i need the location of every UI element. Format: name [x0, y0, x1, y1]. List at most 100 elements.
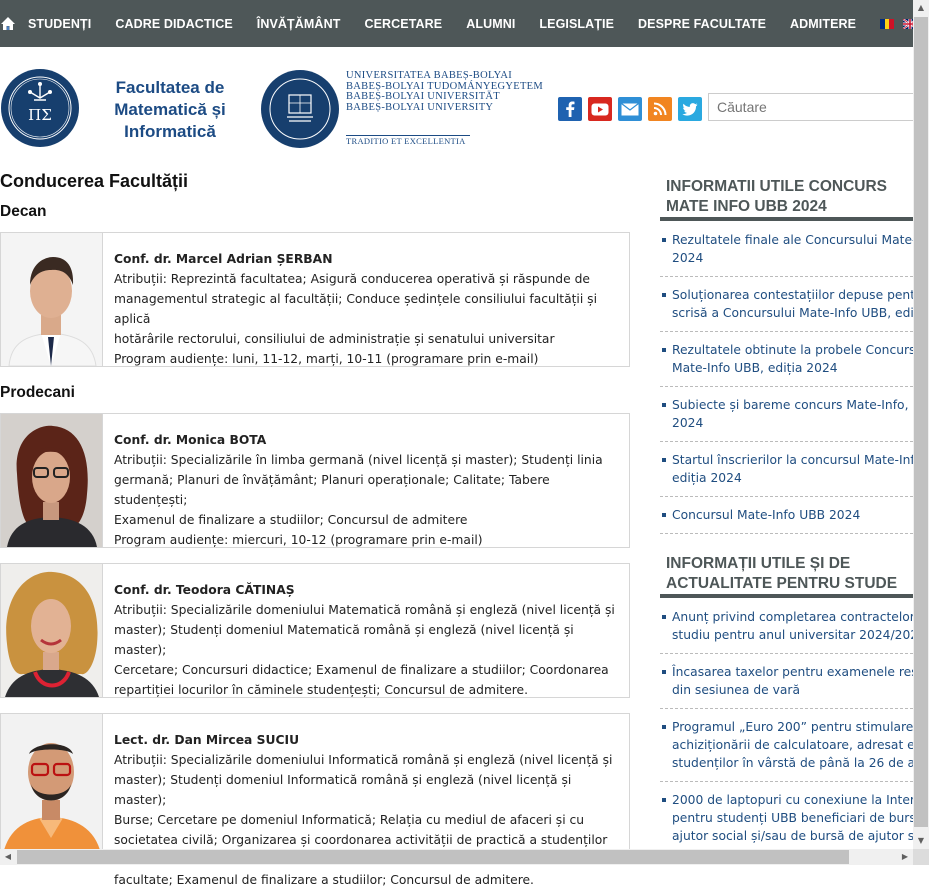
- sidebar-link-line: Programul „Euro 200” pentru stimularea: [672, 720, 913, 734]
- nav-item-invatamant[interactable]: ÎNVĂȚĂMÂNT: [245, 17, 353, 31]
- person-photo: [1, 714, 103, 854]
- person-name: Lect. dr. Dan Mircea SUCIU: [114, 733, 300, 747]
- person-info-line: Program audiențe: miercuri, 10-12 (progr…: [114, 533, 483, 547]
- vertical-scrollbar[interactable]: ▲ ▼: [913, 0, 929, 849]
- person-info-line: Atribuții: Specializările în limba germa…: [114, 453, 603, 467]
- sidebar-link[interactable]: Încasarea taxelor pentru examenele rest d…: [660, 654, 913, 709]
- facebook-icon[interactable]: [558, 97, 582, 121]
- sidebar-link-line: Rezultatele obtinute la probele Concursu: [672, 343, 913, 357]
- ro-flag-icon[interactable]: [880, 18, 895, 29]
- nav-item-admitere[interactable]: ADMITERE: [778, 17, 868, 31]
- faculty-name: Facultatea de Matematică și Informatică: [108, 77, 232, 143]
- sidebar-box-concurs: INFORMATII UTILE CONCURS MATE INFO UBB 2…: [660, 165, 913, 534]
- person-name: Conf. dr. Monica BOTA: [114, 433, 267, 447]
- person-info-line: master); Studenți domeniul Informatică r…: [114, 773, 572, 807]
- rss-icon[interactable]: [648, 97, 672, 121]
- sidebar-link[interactable]: 2000 de laptopuri cu conexiune la Intern…: [660, 782, 913, 854]
- sidebar-list: Anunț privind completarea contractelor d…: [660, 598, 913, 854]
- ubb-names: UNIVERSITATEA BABEȘ-BOLYAI BABEȘ-BOLYAI …: [346, 70, 543, 113]
- scroll-left-arrow-icon[interactable]: ◀: [0, 849, 16, 865]
- person-details: Conf. dr. Monica BOTA Atribuții: Special…: [114, 430, 615, 550]
- horizontal-scroll-thumb[interactable]: [17, 850, 849, 864]
- bullet-icon: [662, 798, 666, 802]
- bullet-icon: [662, 348, 666, 352]
- person-info-line: Program audiențe: luni, 11-12, marți, 10…: [114, 352, 539, 366]
- sidebar-link-line: Subiecte și bareme concurs Mate-Info, e: [672, 398, 913, 412]
- person-info-line: Atribuții: Specializările domeniului Inf…: [114, 753, 613, 767]
- section-heading-decan: Decan: [0, 203, 47, 220]
- sidebar-link-line: Mate-Info UBB, ediția 2024: [672, 361, 838, 375]
- sidebar-link-line: studiu pentru anul universitar 2024/2025: [672, 628, 913, 642]
- faculty-name-line: Informatică: [124, 122, 216, 141]
- sidebar-link[interactable]: Rezultatele finale ale Concursului Mate-…: [660, 221, 913, 277]
- sidebar-link-line: 2024: [672, 416, 704, 430]
- sidebar-link-line: ediția 2024: [672, 471, 742, 485]
- sidebar-link-line: achiziționării de calculatoare, adresat …: [672, 738, 913, 752]
- person-details: Lect. dr. Dan Mircea SUCIU Atribuții: Sp…: [114, 730, 615, 890]
- svg-text:ΠΣ: ΠΣ: [28, 106, 52, 124]
- sidebar-link-line: 2000 de laptopuri cu conexiune la Intern: [672, 793, 913, 807]
- sidebar-link[interactable]: Subiecte și bareme concurs Mate-Info, e 2…: [660, 387, 913, 442]
- sidebar-link-line: Încasarea taxelor pentru examenele rest: [672, 665, 913, 679]
- nav-item-despre-facultate[interactable]: DESPRE FACULTATE: [626, 17, 778, 31]
- faculty-logo[interactable]: ΠΣ: [0, 68, 80, 148]
- sidebar-list: Rezultatele finale ale Concursului Mate-…: [660, 221, 913, 534]
- person-photo: [1, 564, 103, 697]
- sidebar-link[interactable]: Startul înscrierilor la concursul Mate-I…: [660, 442, 913, 497]
- vertical-scroll-thumb[interactable]: [914, 17, 928, 827]
- page-title: Conducerea Facultății: [0, 171, 189, 191]
- sidebar-link-line: 2024: [672, 251, 704, 265]
- person-name: Conf. dr. Marcel Adrian ȘERBAN: [114, 252, 333, 266]
- sidebar-link-line: Anunț privind completarea contractelor d: [672, 610, 913, 624]
- bullet-icon: [662, 725, 666, 729]
- sidebar-link[interactable]: Concursul Mate-Info UBB 2024: [660, 497, 913, 534]
- scrollbar-corner: [913, 849, 929, 865]
- nav-item-alumni[interactable]: ALUMNI: [454, 17, 527, 31]
- scroll-up-arrow-icon[interactable]: ▲: [913, 0, 929, 16]
- sidebar-link[interactable]: Programul „Euro 200” pentru stimularea ac…: [660, 709, 913, 782]
- home-icon[interactable]: [0, 16, 16, 31]
- sidebar-link-line: Soluționarea contestațiilor depuse pentr…: [672, 288, 913, 302]
- faculty-name-line: Facultatea de: [115, 78, 225, 97]
- ubb-name-line: UNIVERSITATEA BABEȘ-BOLYAI: [346, 70, 513, 81]
- sidebar-title-line: INFORMAȚII UTILE ȘI DE: [666, 555, 851, 572]
- person-card: Lect. dr. Dan Mircea SUCIU Atribuții: Sp…: [0, 713, 630, 887]
- sidebar-link[interactable]: Anunț privind completarea contractelor d…: [660, 598, 913, 654]
- nav-item-cercetare[interactable]: CERCETARE: [352, 17, 454, 31]
- person-info-line: master); Studenți domeniul Matematică ro…: [114, 623, 574, 657]
- twitter-icon[interactable]: [678, 97, 702, 121]
- sidebar-link[interactable]: Rezultatele obtinute la probele Concursu…: [660, 332, 913, 387]
- horizontal-scrollbar[interactable]: ◀ ▶: [0, 849, 913, 865]
- sidebar-link-line: din sesiunea de vară: [672, 683, 801, 697]
- person-card: Conf. dr. Teodora CĂTINAȘ Atribuții: Spe…: [0, 563, 630, 698]
- person-card: Conf. dr. Monica BOTA Atribuții: Special…: [0, 413, 630, 548]
- bullet-icon: [662, 293, 666, 297]
- ubb-name-line: BABEȘ-BOLYAI UNIVERSITY: [346, 101, 494, 113]
- search-input[interactable]: [708, 93, 913, 121]
- person-info-line: managementul strategic al facultății; Co…: [114, 292, 597, 326]
- sidebar-title-line: INFORMATII UTILE CONCURS: [666, 178, 888, 195]
- nav-item-cadre-didactice[interactable]: CADRE DIDACTICE: [103, 17, 244, 31]
- email-icon[interactable]: [618, 97, 642, 121]
- scroll-right-arrow-icon[interactable]: ▶: [897, 849, 913, 865]
- sidebar-link-line: ajutor social și/sau de bursă de ajutor …: [672, 829, 913, 843]
- site-header: ΠΣ Facultatea de Matematică și Informati…: [0, 47, 913, 165]
- person-info-line: Atribuții: Reprezintă facultatea; Asigur…: [114, 272, 590, 286]
- person-info-line: hotărârile rectorului, consiliului de ad…: [114, 332, 555, 346]
- person-details: Conf. dr. Marcel Adrian ȘERBAN Atribuții…: [114, 249, 615, 369]
- scroll-down-arrow-icon[interactable]: ▼: [913, 833, 929, 849]
- faculty-name-line: Matematică și: [114, 100, 226, 119]
- sidebar-link-line: Startul înscrierilor la concursul Mate-I…: [672, 453, 913, 467]
- nav-item-legislatie[interactable]: LEGISLAȚIE: [527, 17, 626, 31]
- person-card: Conf. dr. Marcel Adrian ȘERBAN Atribuții…: [0, 232, 630, 367]
- person-photo: [1, 233, 103, 366]
- bullet-icon: [662, 615, 666, 619]
- ubb-logo[interactable]: [260, 69, 340, 149]
- person-info-line: Burse; Cercetare pe domeniul Informatică…: [114, 813, 585, 827]
- person-info-line: facultate; Examenul de finalizare a stud…: [114, 873, 534, 887]
- youtube-icon[interactable]: [588, 97, 612, 121]
- sidebar-link[interactable]: Soluționarea contestațiilor depuse pentr…: [660, 277, 913, 332]
- sidebar-link-line: Rezultatele finale ale Concursului Mate-…: [672, 233, 913, 247]
- nav-item-studenti[interactable]: STUDENȚI: [16, 17, 103, 31]
- sidebar-link-line: Concursul Mate-Info UBB 2024: [672, 508, 861, 522]
